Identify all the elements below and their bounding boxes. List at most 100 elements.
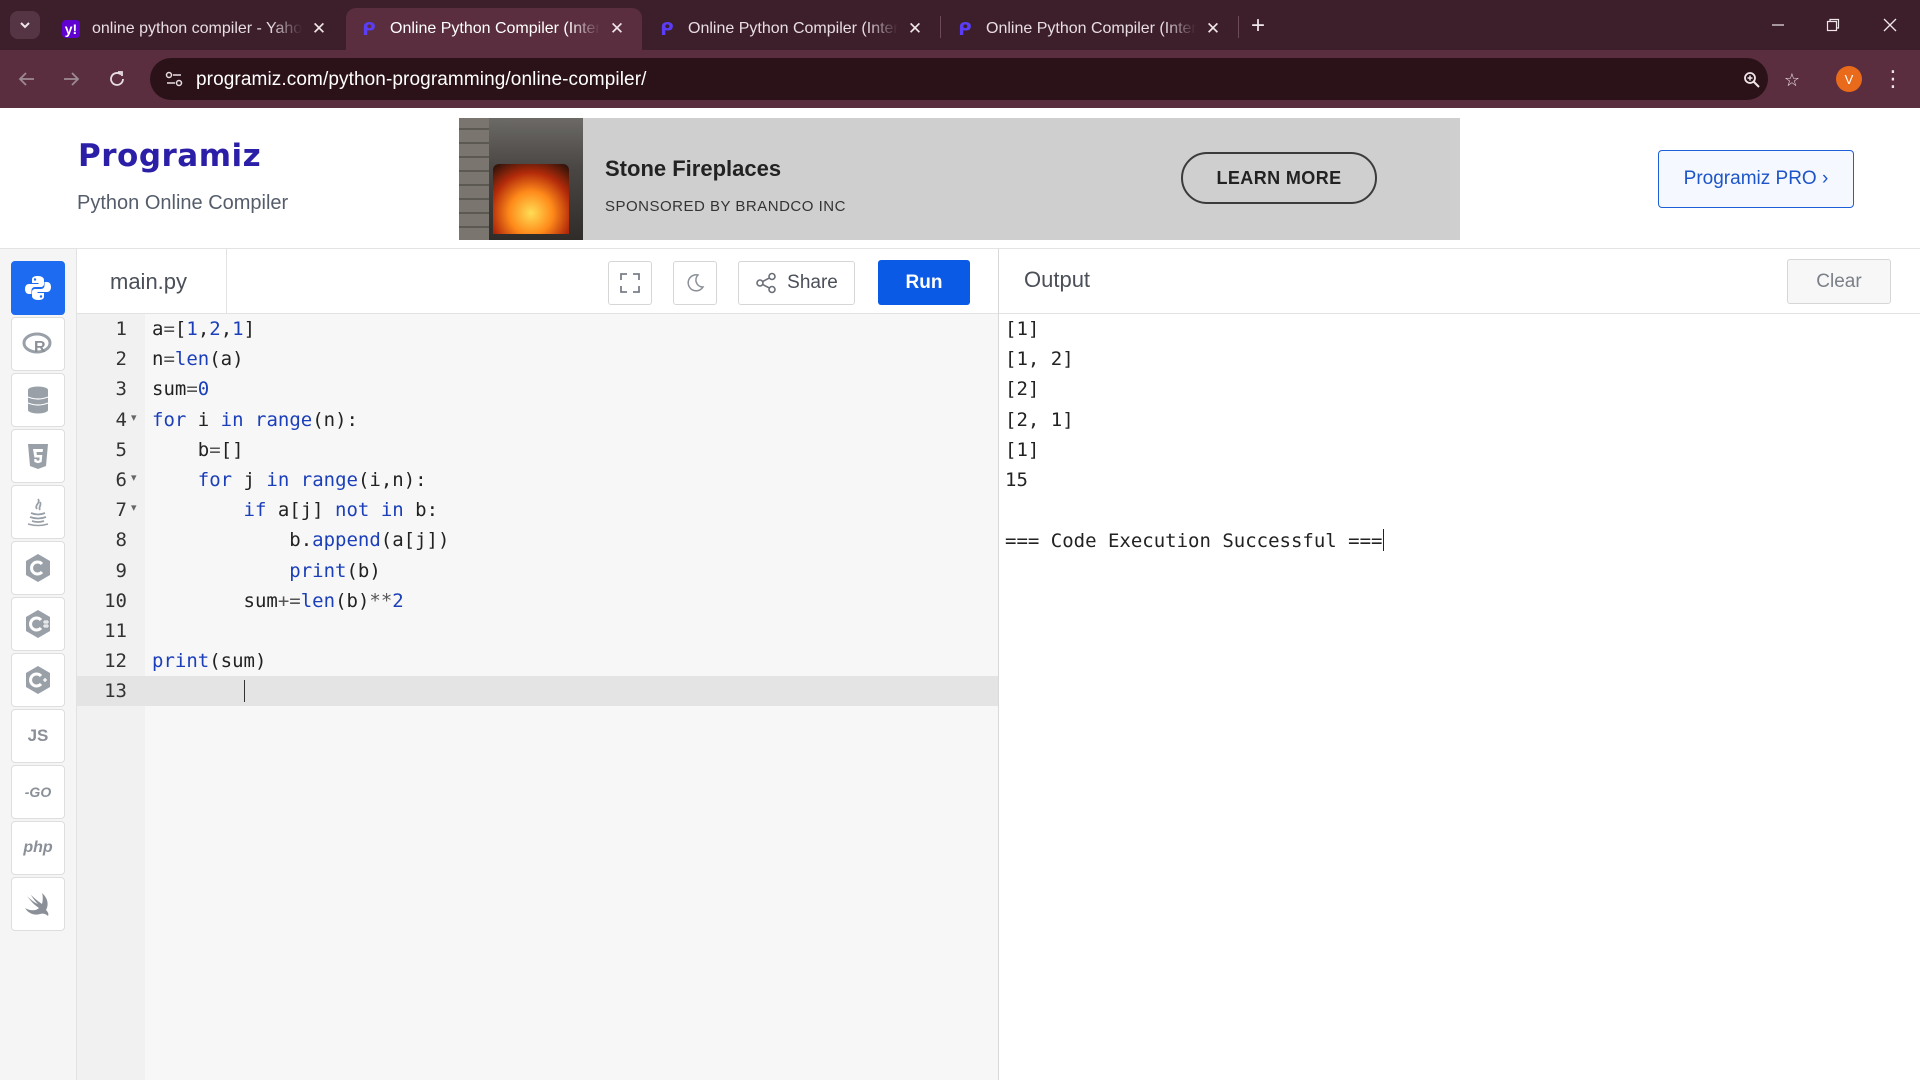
line-number: 1 [115, 318, 127, 340]
output-text: [2, 1] [1005, 408, 1074, 431]
address-bar[interactable]: programiz.com/python-programming/online-… [150, 58, 1800, 100]
programiz-logo[interactable]: Programiz [78, 138, 261, 174]
close-icon[interactable]: ✕ [904, 18, 926, 40]
code-text: sum=0 [152, 378, 210, 401]
text-cursor [244, 680, 245, 703]
java-icon [27, 498, 49, 527]
close-icon[interactable]: ✕ [308, 18, 330, 40]
code-line[interactable]: 2 n=len(a) [77, 344, 998, 374]
close-window-button[interactable] [1866, 8, 1914, 42]
url-text[interactable]: programiz.com/python-programming/online-… [196, 69, 647, 91]
run-button[interactable]: Run [878, 260, 970, 305]
output-title: Output [1024, 267, 1091, 292]
tab-title: Online Python Compiler (Interpreter) [688, 20, 898, 37]
lang-python-button[interactable] [11, 261, 65, 315]
fold-arrow-icon[interactable]: ▾ [131, 471, 137, 484]
line-number: 9 [115, 559, 127, 582]
lang-swift-button[interactable] [11, 877, 65, 931]
code-text: sum+=len(b)**2 [152, 589, 404, 612]
programiz-icon: ᑭ [362, 18, 376, 39]
ad-title[interactable]: Stone Fireplaces [605, 156, 781, 182]
tab-programiz-active[interactable]: ᑭ Online Python Compiler (Interpreter) ✕ [346, 8, 642, 50]
code-line[interactable]: 9 print(b) [77, 556, 998, 586]
output-line: [1] [1005, 314, 1384, 344]
restore-button[interactable] [1809, 8, 1857, 42]
browser-tab-strip: y! online python compiler - Yahoo ✕ ᑭ On… [0, 0, 1920, 50]
output-pane: Output Clear [1] [1, 2] [2] [2, 1] [1] 15 === … [998, 249, 1920, 1080]
lang-go-button[interactable]: -GO [11, 765, 65, 819]
output-console[interactable]: [1] [1, 2] [2] [2, 1] [1] 15 === Code Executio… [1005, 314, 1384, 556]
lang-c-button[interactable] [11, 541, 65, 595]
svg-text:R: R [34, 339, 46, 356]
output-line: [1] [1005, 435, 1384, 465]
back-button[interactable] [12, 64, 42, 94]
chevron-down-icon [20, 22, 30, 29]
learn-more-button[interactable]: LEARN MORE [1181, 152, 1377, 204]
line-number: 4 [115, 408, 127, 431]
lang-r-button[interactable]: R [11, 317, 65, 371]
reload-button[interactable] [102, 64, 132, 94]
code-line[interactable]: 8 b.append(a[j]) [77, 525, 998, 555]
code-area[interactable]: 1 a=[1,2,1] 2 n=len(a) 3 sum=0 4 ▾ for i in rang… [77, 314, 998, 707]
output-text: [2] [1005, 378, 1040, 401]
line-number: 11 [104, 619, 127, 642]
arrow-left-icon [18, 72, 34, 86]
tab-yahoo[interactable]: y! online python compiler - Yahoo ✕ [48, 8, 344, 50]
minimize-button[interactable] [1754, 8, 1802, 42]
advertisement-banner[interactable]: Stone Fireplaces SPONSORED BY BRANDCO IN… [459, 118, 1460, 240]
code-line[interactable]: 5 b=[] [77, 435, 998, 465]
more-menu-icon[interactable]: ⋮ [1880, 62, 1906, 96]
share-button[interactable]: Share [738, 261, 855, 305]
fold-arrow-icon[interactable]: ▾ [131, 411, 137, 424]
code-line[interactable]: 11 [77, 616, 998, 646]
lang-java-button[interactable] [11, 485, 65, 539]
tab-programiz-2[interactable]: ᑭ Online Python Compiler (Interpreter) ✕ [644, 8, 940, 50]
lang-cpp-button[interactable] [11, 653, 65, 707]
code-line[interactable]: 4 ▾ for i in range(n): [77, 405, 998, 435]
clear-button[interactable]: Clear [1787, 259, 1891, 304]
dark-mode-toggle[interactable] [673, 261, 717, 305]
lang-php-button[interactable]: php [11, 821, 65, 875]
csharp-icon [26, 610, 50, 638]
fireplace-image[interactable] [459, 118, 583, 240]
close-icon[interactable]: ✕ [1202, 18, 1224, 40]
fullscreen-icon [620, 273, 640, 293]
code-line[interactable]: 3 sum=0 [77, 374, 998, 404]
code-line[interactable]: 10 sum+=len(b)**2 [77, 586, 998, 616]
file-tab-main-py[interactable]: main.py [77, 249, 227, 314]
line-number: 7 [115, 499, 127, 522]
code-text: print(sum) [152, 650, 267, 673]
line-number: 2 [115, 348, 127, 371]
code-line[interactable]: 13 [77, 676, 998, 707]
output-text: [1] [1005, 318, 1040, 340]
code-text: b=[] [152, 438, 244, 461]
lang-sql-button[interactable] [11, 373, 65, 427]
site-info-icon[interactable] [162, 67, 186, 91]
code-line[interactable]: 7 ▾ if a[j] not in b: [77, 495, 998, 525]
language-sidebar: R JS -GO php [0, 249, 77, 1080]
line-number: 12 [104, 650, 127, 673]
code-text: n=len(a) [152, 348, 244, 371]
code-line[interactable]: 12 print(sum) [77, 646, 998, 676]
programiz-icon: ᑭ [660, 18, 674, 39]
database-icon [27, 386, 49, 414]
lang-html-button[interactable] [11, 429, 65, 483]
code-line[interactable]: 6 ▾ for j in range(i,n): [77, 465, 998, 495]
tab-programiz-3[interactable]: ᑭ Online Python Compiler (Interpreter) ✕ [942, 8, 1238, 50]
forward-button[interactable] [56, 64, 86, 94]
code-line[interactable]: 1 a=[1,2,1] [77, 314, 998, 344]
zoom-icon[interactable] [1739, 67, 1765, 93]
ad-sponsor: SPONSORED BY BRANDCO INC [605, 198, 846, 215]
programiz-pro-button[interactable]: Programiz PRO › [1658, 150, 1854, 208]
lang-csharp-button[interactable] [11, 597, 65, 651]
lang-js-button[interactable]: JS [11, 709, 65, 763]
profile-avatar[interactable]: V [1836, 66, 1862, 92]
bookmark-star-icon[interactable]: ☆ [1779, 67, 1805, 93]
close-icon[interactable]: ✕ [606, 18, 628, 40]
new-tab-button[interactable]: + [1244, 12, 1272, 40]
fold-arrow-icon[interactable]: ▾ [131, 501, 137, 514]
fullscreen-button[interactable] [608, 261, 652, 305]
close-icon [1883, 18, 1897, 32]
code-text: for j in range(i,n): [197, 468, 427, 491]
tab-search-button[interactable] [10, 11, 40, 39]
